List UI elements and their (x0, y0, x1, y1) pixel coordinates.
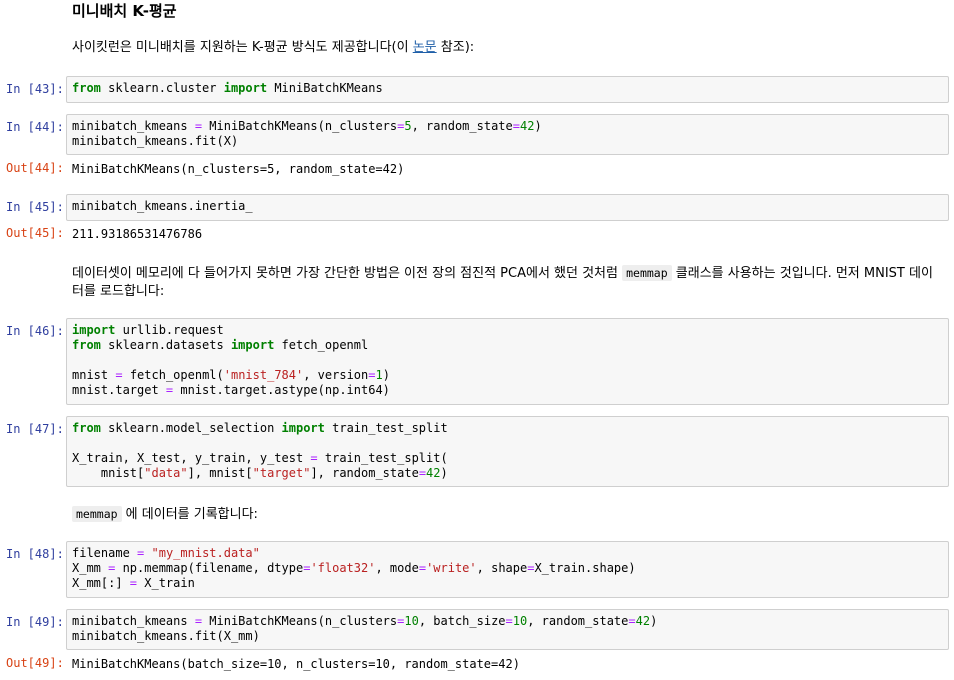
output-49: MiniBatchKMeans(batch_size=10, n_cluster… (72, 657, 520, 671)
md3-text-after: 에 데이터를 기록합니다: (121, 507, 258, 522)
md2-inline-code: memmap (622, 265, 672, 281)
code-cell-48[interactable]: filename = "my_mnist.data" X_mm = np.mem… (66, 541, 949, 598)
output-prompt-49: Out[49]: (6, 656, 64, 670)
code-cell-45[interactable]: minibatch_kmeans.inertia_ (66, 194, 949, 221)
intro-text-after: 참조): (436, 40, 475, 55)
code-45: minibatch_kmeans.inertia_ (72, 199, 253, 213)
code-49: minibatch_kmeans = MiniBatchKMeans(n_clu… (72, 614, 658, 643)
markdown-heading-cell: 미니배치 K-평균 (72, 2, 177, 20)
md2-text-before: 데이터셋이 메모리에 다 들어가지 못하면 가장 간단한 방법은 이전 장의 점… (72, 266, 623, 281)
code-47: from sklearn.model_selection import trai… (72, 421, 448, 480)
input-prompt-43: In [43]: (6, 82, 64, 96)
paper-link[interactable]: 논문 (413, 40, 437, 55)
code-43: from sklearn.cluster import MiniBatchKMe… (72, 81, 383, 95)
input-prompt-46: In [46]: (6, 324, 64, 338)
input-prompt-47: In [47]: (6, 422, 64, 436)
input-prompt-48: In [48]: (6, 547, 64, 561)
code-cell-43[interactable]: from sklearn.cluster import MiniBatchKMe… (66, 76, 949, 103)
md3-inline-code: memmap (72, 506, 122, 522)
code-cell-47[interactable]: from sklearn.model_selection import trai… (66, 416, 949, 487)
output-44: MiniBatchKMeans(n_clusters=5, random_sta… (72, 162, 405, 176)
input-prompt-44: In [44]: (6, 120, 64, 134)
intro-text-before: 사이킷런은 미니배치를 지원하는 K-평균 방식도 제공합니다(이 (72, 40, 413, 55)
code-46: import urllib.request from sklearn.datas… (72, 323, 390, 397)
output-45: 211.93186531476786 (72, 227, 203, 241)
input-prompt-45: In [45]: (6, 200, 64, 214)
code-cell-44[interactable]: minibatch_kmeans = MiniBatchKMeans(n_clu… (66, 114, 949, 155)
input-prompt-49: In [49]: (6, 615, 64, 629)
markdown-memmap-write: memmap 에 데이터를 기록합니다: (72, 505, 258, 524)
markdown-intro: 사이킷런은 미니배치를 지원하는 K-평균 방식도 제공합니다(이 논문 참조)… (72, 39, 474, 57)
code-44: minibatch_kmeans = MiniBatchKMeans(n_clu… (72, 119, 542, 148)
output-prompt-44: Out[44]: (6, 161, 64, 175)
output-prompt-45: Out[45]: (6, 226, 64, 240)
code-cell-46[interactable]: import urllib.request from sklearn.datas… (66, 318, 949, 405)
section-heading: 미니배치 K-평균 (72, 2, 177, 20)
markdown-memmap-intro: 데이터셋이 메모리에 다 들어가지 못하면 가장 간단한 방법은 이전 장의 점… (72, 264, 944, 301)
code-cell-49[interactable]: minibatch_kmeans = MiniBatchKMeans(n_clu… (66, 609, 949, 650)
code-48: filename = "my_mnist.data" X_mm = np.mem… (72, 546, 636, 590)
